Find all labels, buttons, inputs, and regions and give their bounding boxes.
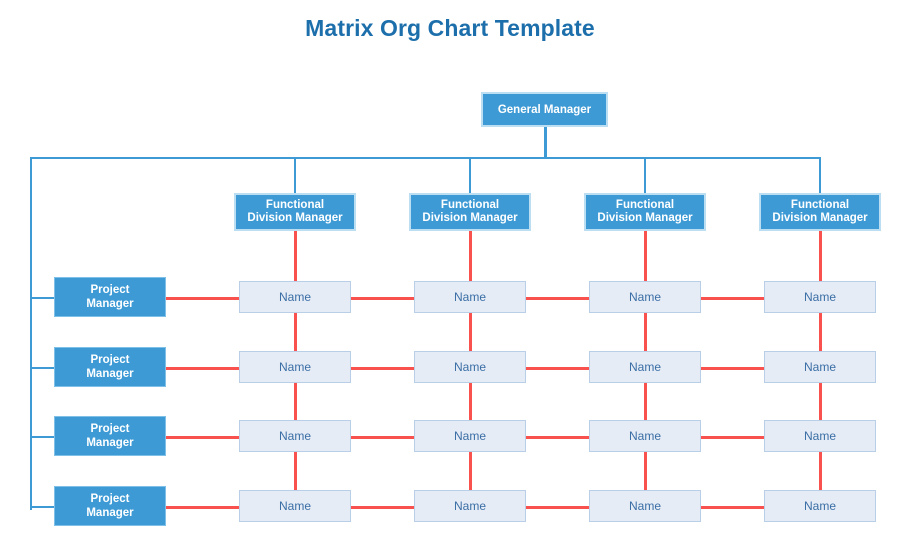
node-general-manager-label: General Manager <box>497 103 592 116</box>
connector-left-trunk <box>30 157 32 510</box>
matrix-cell-r2c1[interactable]: Name <box>239 351 351 383</box>
node-functional-division-manager-1-label: Functional Division Manager <box>247 198 343 225</box>
matrix-cell-r4c3-label: Name <box>628 499 661 513</box>
connector-pm-stub-4 <box>31 506 55 508</box>
matrix-cell-r1c2-label: Name <box>453 290 486 304</box>
matrix-cell-r1c3-label: Name <box>628 290 661 304</box>
connector-gm-drop <box>544 127 547 159</box>
connector-pm-stub-3 <box>31 436 55 438</box>
matrix-cell-r4c2-label: Name <box>453 499 486 513</box>
connector-fdm-drop-2 <box>469 157 471 194</box>
connector-pm-stub-2 <box>31 367 55 369</box>
matrix-cell-r4c3[interactable]: Name <box>589 490 701 522</box>
node-functional-division-manager-3-label: Functional Division Manager <box>597 198 693 225</box>
matrix-cell-r3c1-label: Name <box>278 429 311 443</box>
matrix-cell-r1c3[interactable]: Name <box>589 281 701 313</box>
matrix-cell-r3c3-label: Name <box>628 429 661 443</box>
matrix-cell-r1c4[interactable]: Name <box>764 281 876 313</box>
node-project-manager-2-label: Project Manager <box>86 354 134 380</box>
node-functional-division-manager-2[interactable]: Functional Division Manager <box>409 193 531 231</box>
node-project-manager-3-label: Project Manager <box>86 423 134 449</box>
node-functional-division-manager-1[interactable]: Functional Division Manager <box>234 193 356 231</box>
node-project-manager-1-label: Project Manager <box>86 284 134 310</box>
matrix-cell-r1c1[interactable]: Name <box>239 281 351 313</box>
matrix-cell-r4c1-label: Name <box>278 499 311 513</box>
matrix-cell-r2c4-label: Name <box>803 360 836 374</box>
matrix-cell-r2c2-label: Name <box>453 360 486 374</box>
matrix-cell-r3c3[interactable]: Name <box>589 420 701 452</box>
node-project-manager-4[interactable]: Project Manager <box>54 486 166 526</box>
node-functional-division-manager-2-label: Functional Division Manager <box>422 198 518 225</box>
matrix-cell-r1c1-label: Name <box>278 290 311 304</box>
node-functional-division-manager-4[interactable]: Functional Division Manager <box>759 193 881 231</box>
matrix-cell-r3c2[interactable]: Name <box>414 420 526 452</box>
page-title: Matrix Org Chart Template <box>305 15 595 41</box>
matrix-cell-r3c1[interactable]: Name <box>239 420 351 452</box>
matrix-cell-r3c4[interactable]: Name <box>764 420 876 452</box>
node-project-manager-1[interactable]: Project Manager <box>54 277 166 317</box>
connector-fdm-drop-4 <box>819 157 821 194</box>
matrix-cell-r3c4-label: Name <box>803 429 836 443</box>
matrix-cell-r3c2-label: Name <box>453 429 486 443</box>
connector-fdm-drop-3 <box>644 157 646 194</box>
node-project-manager-3[interactable]: Project Manager <box>54 416 166 456</box>
matrix-cell-r1c4-label: Name <box>803 290 836 304</box>
node-functional-division-manager-4-label: Functional Division Manager <box>772 198 868 225</box>
matrix-cell-r2c1-label: Name <box>278 360 311 374</box>
node-project-manager-4-label: Project Manager <box>86 493 134 519</box>
matrix-cell-r2c3-label: Name <box>628 360 661 374</box>
org-chart-canvas: Matrix Org Chart Template General Manage… <box>0 0 900 547</box>
matrix-cell-r4c2[interactable]: Name <box>414 490 526 522</box>
connector-pm-stub-1 <box>31 297 55 299</box>
matrix-cell-r2c3[interactable]: Name <box>589 351 701 383</box>
connector-top-bus <box>30 157 821 159</box>
matrix-cell-r4c4-label: Name <box>803 499 836 513</box>
matrix-cell-r1c2[interactable]: Name <box>414 281 526 313</box>
matrix-cell-r4c4[interactable]: Name <box>764 490 876 522</box>
matrix-cell-r2c2[interactable]: Name <box>414 351 526 383</box>
node-functional-division-manager-3[interactable]: Functional Division Manager <box>584 193 706 231</box>
connector-fdm-drop-1 <box>294 157 296 194</box>
matrix-cell-r4c1[interactable]: Name <box>239 490 351 522</box>
node-general-manager[interactable]: General Manager <box>481 92 608 127</box>
matrix-cell-r2c4[interactable]: Name <box>764 351 876 383</box>
node-project-manager-2[interactable]: Project Manager <box>54 347 166 387</box>
